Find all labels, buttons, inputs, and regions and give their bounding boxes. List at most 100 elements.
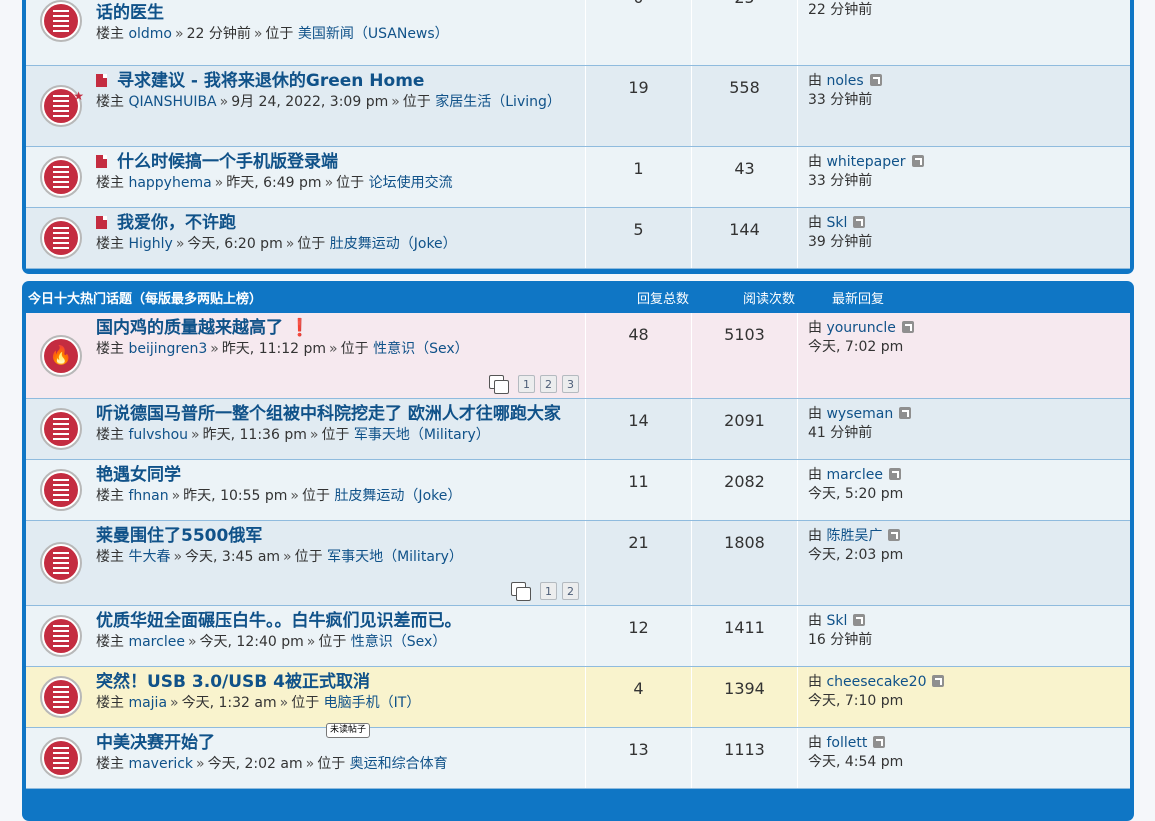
last-post-author-link[interactable]: Skl (826, 613, 847, 629)
last-post-time: 今天, 5:20 pm (808, 486, 904, 502)
last-post-author-link[interactable]: noles (826, 73, 863, 89)
author-link[interactable]: fulvshou (128, 427, 188, 443)
forum-link[interactable]: 论坛使用交流 (369, 175, 453, 191)
forum-prefix: 位于 (294, 549, 323, 565)
forum-link[interactable]: 肚皮舞运动（Joke） (330, 236, 457, 252)
by-prefix: 由 (808, 406, 822, 422)
page-link[interactable]: 2 (562, 582, 579, 600)
author-link[interactable]: maverick (128, 756, 193, 772)
topic-unread-icon: ★ (40, 85, 84, 127)
separator-icon: » (305, 756, 315, 772)
view-count: 1394 (691, 667, 797, 727)
view-count: 558 (691, 66, 797, 146)
topic-meta: 楼主 牛大春» 今天, 3:45 am» 位于 军事天地（Military） (96, 547, 585, 567)
last-post-cell: 由 wyseman 41 分钟前 (797, 399, 1130, 459)
separator-icon: » (210, 341, 219, 357)
forum-link[interactable]: 肚皮舞运动（Joke） (334, 488, 461, 504)
goto-last-post-icon[interactable] (853, 216, 866, 228)
last-post-author-link[interactable]: wyseman (826, 406, 893, 422)
goto-last-post-icon[interactable] (853, 614, 866, 626)
view-count: 2091 (691, 399, 797, 459)
separator-icon: » (175, 26, 184, 42)
topic-row: 听说德国马普所一整个组被中科院挖走了 欧洲人才往哪跑大家 楼主 fulvshou»… (26, 399, 1130, 460)
author-link[interactable]: fhnan (128, 488, 168, 504)
forum-link[interactable]: 电脑手机（IT） (324, 695, 421, 711)
topic-meta: 楼主 happyhema» 昨天, 6:49 pm» 位于 论坛使用交流 (96, 173, 585, 193)
separator-icon: » (309, 427, 319, 443)
topic-title-link[interactable]: 民主党快要独裁了，加州州长签署新法律，惩罚说新冠疫苗坏话的医生 (96, 0, 576, 23)
topic-main-cell: 什么时候搞一个手机版登录端 楼主 happyhema» 昨天, 6:49 pm» 位于… (26, 147, 585, 207)
last-post-time: 39 分钟前 (808, 234, 873, 250)
last-post-author-link[interactable]: follett (826, 735, 867, 751)
author-link[interactable]: happyhema (128, 175, 211, 191)
last-post-author-link[interactable]: marclee (826, 467, 882, 483)
topic-title-link[interactable]: 我爱你，不许跑 (117, 213, 236, 233)
hot-topics-header: 今日十大热门话题（每版最多两贴上榜） 回复总数 阅读次数 最新回复 (26, 281, 1130, 313)
author-link[interactable]: QIANSHUIBA (128, 94, 216, 110)
forum-link[interactable]: 家居生活（Living） (435, 94, 561, 110)
goto-last-post-icon[interactable] (899, 407, 912, 419)
forum-prefix: 位于 (340, 341, 369, 357)
topic-title: 莱曼围住了5500俄军 (96, 525, 585, 547)
goto-last-post-icon[interactable] (873, 736, 886, 748)
author-link[interactable]: Highly (128, 236, 172, 252)
author-link[interactable]: marclee (128, 634, 184, 650)
goto-last-post-icon[interactable] (869, 74, 882, 86)
view-count: 25 (691, 0, 797, 65)
topic-title-link[interactable]: 莱曼围住了5500俄军 (96, 526, 262, 546)
topic-title-link[interactable]: 国内鸡的质量越来越高了 (96, 318, 283, 338)
last-post-column-header: 最新回复 (832, 291, 885, 307)
forum-prefix: 位于 (297, 236, 326, 252)
last-post-cell: 由 cheesecake20 今天, 7:10 pm (797, 667, 1130, 727)
last-post-time: 16 分钟前 (808, 632, 873, 648)
topic-title: 寻求建议 - 我将来退休的Green Home (96, 70, 585, 92)
author-prefix: 楼主 (96, 488, 124, 504)
topic-row: 什么时候搞一个手机版登录端 楼主 happyhema» 昨天, 6:49 pm» 位于… (26, 147, 1130, 208)
exclamation-icon: ❗ (289, 318, 311, 338)
topic-title-link[interactable]: 寻求建议 - 我将来退休的Green Home (117, 71, 424, 91)
last-post-author-link[interactable]: youruncle (826, 320, 895, 336)
forum-link[interactable]: 奥运和综合体育 (350, 756, 448, 772)
by-prefix: 由 (808, 467, 822, 483)
last-post-author-link[interactable]: cheesecake20 (826, 674, 926, 690)
page-link[interactable]: 2 (540, 375, 557, 393)
topic-main-cell: 优质华妞全面碾压白牛。。白牛疯们见识差而已。 楼主 marclee» 今天, 12:… (26, 606, 585, 666)
last-post-author-line: 由 marclee (808, 466, 1130, 485)
page-link[interactable]: 3 (562, 375, 579, 393)
topic-row: 突然！USB 3.0/USB 4被正式取消 楼主 majia» 今天, 1:32 a… (26, 667, 1130, 728)
topic-title-link[interactable]: 中美决赛开始了 (96, 733, 215, 753)
view-count: 1411 (691, 606, 797, 666)
forum-link[interactable]: 军事天地（Military） (354, 427, 490, 443)
goto-last-post-icon[interactable] (911, 155, 924, 167)
topic-title-link[interactable]: 优质华妞全面碾压白牛。。白牛疯们见识差而已。 (96, 611, 462, 631)
author-link[interactable]: beijingren3 (128, 341, 207, 357)
author-link[interactable]: oldmo (128, 26, 172, 42)
topic-title: 什么时候搞一个手机版登录端 (96, 151, 585, 173)
author-link[interactable]: majia (128, 695, 167, 711)
topic-title-link[interactable]: 听说德国马普所一整个组被中科院挖走了 欧洲人才往哪跑大家 (96, 404, 561, 424)
last-post-cell: 由 follett 今天, 4:54 pm (797, 728, 1130, 788)
topic-title-link[interactable]: 突然！USB 3.0/USB 4被正式取消 (96, 672, 370, 692)
goto-last-post-icon[interactable] (888, 529, 901, 541)
goto-last-post-icon[interactable] (901, 321, 914, 333)
page-link[interactable]: 1 (518, 375, 535, 393)
last-post-author-link[interactable]: Skl (826, 215, 847, 231)
topic-title-link[interactable]: 什么时候搞一个手机版登录端 (117, 152, 338, 172)
author-link[interactable]: 牛大春 (128, 549, 170, 565)
forum-link[interactable]: 军事天地（Military） (327, 549, 463, 565)
separator-icon: » (279, 695, 289, 711)
goto-last-post-icon[interactable] (932, 675, 945, 687)
goto-last-post-icon[interactable] (888, 468, 901, 480)
forum-link[interactable]: 美国新闻（USANews） (298, 26, 449, 42)
page-link[interactable]: 1 (540, 582, 557, 600)
document-icon (96, 155, 107, 168)
author-prefix: 楼主 (96, 341, 124, 357)
forum-link[interactable]: 性意识（Sex） (351, 634, 447, 650)
last-post-author-link[interactable]: whitepaper (826, 154, 905, 170)
last-post-author-line: 由 noles (808, 72, 1130, 91)
topic-title-link[interactable]: 艳遇女同学 (96, 465, 181, 485)
last-post-time: 33 分钟前 (808, 92, 873, 108)
forum-link[interactable]: 性意识（Sex） (373, 341, 469, 357)
forum-prefix: 位于 (265, 26, 294, 42)
last-post-author-link[interactable]: 陈胜吴广 (826, 528, 882, 544)
